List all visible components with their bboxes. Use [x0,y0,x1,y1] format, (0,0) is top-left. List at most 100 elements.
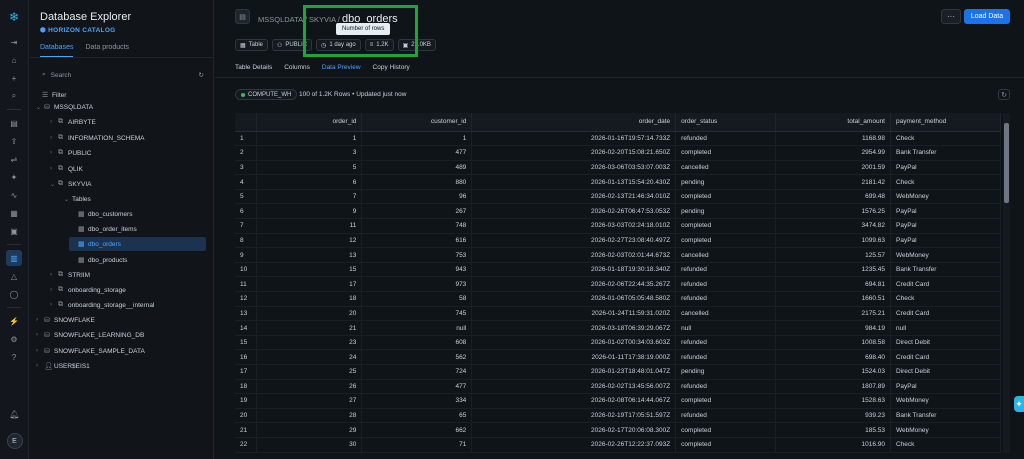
table-cell[interactable]: refunded [675,276,777,293]
table-cell[interactable]: 1 [361,131,473,147]
table-cell[interactable]: 26 [256,379,363,395]
tree-item-information-schema[interactable]: › ⧉ INFORMATION_SCHEMA [30,131,214,145]
chevron-right-icon[interactable]: › [50,119,58,125]
table-cell[interactable]: 694.81 [775,276,891,293]
table-cell[interactable]: 616 [361,233,473,249]
table-cell[interactable]: 2026-02-19T17:05:51.597Z [471,408,677,424]
assistant-icon[interactable]: ✦ [1014,396,1024,412]
table-cell[interactable]: 698.40 [775,349,891,365]
table-cell[interactable]: 2954.99 [775,145,891,161]
table-cell[interactable]: WebMoney [890,393,1001,409]
notifications-icon[interactable]: 🔔︎ [7,406,23,422]
table-cell[interactable]: completed [675,422,777,438]
table-cell[interactable]: 2026-03-18T06:39:29.067Z [471,320,677,336]
tree-item-dbo-customers[interactable]: ▦ dbo_customers [30,207,214,221]
column-header[interactable]: order_status [675,113,777,132]
table-cell[interactable]: 28 [256,408,363,424]
tab-copy-history[interactable]: Copy History [373,64,410,78]
breadcrumb-database[interactable]: MSSQLDATA [258,15,303,24]
tab-table-details[interactable]: Table Details [235,64,272,78]
table-cell[interactable]: 2026-01-06T05:05:48.580Z [471,291,677,307]
table-cell[interactable]: Check [890,174,1001,190]
tree-item-dbo-order-items[interactable]: ▦ dbo_order_items [30,222,214,236]
search-icon[interactable]: ⌕ [6,88,22,104]
table-row[interactable]: 10 15 943 2026-01-18T19:30:18.340Z refunded 1… [235,262,1001,278]
table-cell[interactable]: 2026-01-18T19:30:18.340Z [471,262,677,278]
table-cell[interactable]: Bank Transfer [890,262,1001,278]
tree-item-public[interactable]: › ⧉ PUBLIC [30,146,214,160]
tree-item-onboarding-storage-internal[interactable]: › ⧉ onboarding_storage__internal [30,298,214,312]
table-cell[interactable]: PayPal [890,160,1001,176]
table-cell[interactable]: 973 [361,276,473,293]
table-cell[interactable]: Check [890,131,1001,147]
table-cell[interactable]: Check [890,437,1001,453]
table-cell[interactable]: 477 [361,379,473,395]
table-row[interactable]: 17 25 724 2026-01-23T18:48:01.047Z pending 15… [235,364,1001,380]
tree-item-airbyte[interactable]: › ⧉ AIRBYTE [30,115,214,129]
table-cell[interactable]: 2026-02-02T13:45:56.007Z [471,379,677,395]
column-header[interactable]: order_id [256,113,363,132]
catalog-icon[interactable]: ▥ [6,250,22,266]
table-cell[interactable]: 2026-01-23T18:48:01.047Z [471,364,677,380]
table-cell[interactable]: 2026-02-26T12:22:37.093Z [471,437,677,453]
table-cell[interactable]: 2026-02-27T23:08:40.497Z [471,233,677,249]
table-cell[interactable]: PayPal [890,218,1001,234]
table-row[interactable]: 4 6 880 2026-01-13T15:54:20.430Z pending 2181… [235,174,1001,190]
table-row[interactable]: 12 18 58 2026-01-06T05:05:48.580Z refunded 16… [235,291,1001,307]
table-cell[interactable]: 2175.21 [775,306,891,322]
table-cell[interactable]: 125.57 [775,247,891,263]
table-cell[interactable]: cancelled [675,160,777,176]
more-button[interactable]: ··· [941,9,961,24]
table-cell[interactable]: refunded [675,408,777,424]
table-cell[interactable]: 984.19 [775,320,891,336]
warehouse-selector[interactable]: COMPUTE_WH [235,89,298,100]
vertical-scrollbar[interactable] [1003,113,1010,453]
table-cell[interactable]: 699.48 [775,189,891,205]
column-header[interactable] [235,113,258,132]
chevron-right-icon[interactable]: › [36,332,44,338]
table-row[interactable]: 13 20 745 2026-01-24T11:59:31.020Z cancelled… [235,306,1001,322]
compute-icon[interactable]: ⚡ [6,313,22,329]
table-cell[interactable]: refunded [675,335,777,351]
table-cell[interactable]: refunded [675,131,777,147]
tree-item-skyvia[interactable]: ⌄ ⧉ SKYVIA [30,177,214,191]
chevron-right-icon[interactable]: › [50,135,58,141]
admin-icon[interactable]: ⚙ [6,331,22,347]
table-row[interactable]: 9 13 753 2026-02-03T02:01:44.673Z cancelled 1… [235,247,1001,263]
table-cell[interactable]: 96 [361,189,473,205]
table-cell[interactable]: 21 [256,320,363,336]
table-cell[interactable]: 753 [361,247,473,263]
table-cell[interactable]: 6 [256,174,363,190]
table-cell[interactable]: 2026-03-03T02:24:18.010Z [471,218,677,234]
apps-icon[interactable]: ▣ [6,223,22,239]
table-cell[interactable]: completed [675,393,777,409]
transformation-icon[interactable]: ⇌ [6,151,22,167]
tree-item-dbo-orders[interactable]: ▦ dbo_orders [69,237,206,251]
table-cell[interactable]: 939.23 [775,408,891,424]
table-cell[interactable]: 608 [361,335,473,351]
tree-item-snowflake-learning-db[interactable]: › ⛁ SNOWFLAKE_LEARNING_DB [30,328,214,342]
table-cell[interactable]: 2026-02-20T15:08:21.650Z [471,145,677,161]
help-icon[interactable]: ? [6,349,22,365]
table-row[interactable]: 11 17 973 2026-02-06T22:44:35.267Z refunded 6… [235,276,1001,293]
tree-item-tables[interactable]: ⌄ Tables [30,192,214,206]
table-cell[interactable]: 2026-03-06T03:53:07.003Z [471,160,677,176]
ai-icon[interactable]: ✦ [6,169,22,185]
table-cell[interactable]: PayPal [890,379,1001,395]
table-cell[interactable]: 9 [256,203,363,220]
table-cell[interactable]: refunded [675,262,777,278]
table-cell[interactable]: 1235.45 [775,262,891,278]
table-cell[interactable]: refunded [675,291,777,307]
table-cell[interactable]: 65 [361,408,473,424]
table-row[interactable]: 5 7 96 2026-02-13T21:46:34.010Z completed 699… [235,189,1001,205]
chevron-down-icon[interactable]: ⌄ [36,104,44,111]
tree-item-user[interactable]: › 👤︎ USER$EIS1 [30,359,214,373]
table-row[interactable]: 21 29 662 2026-02-17T20:06:08.300Z completed… [235,422,1001,438]
column-header[interactable]: total_amount [775,113,891,132]
table-cell[interactable]: 562 [361,349,473,365]
table-cell[interactable]: 1016.90 [775,437,891,453]
table-cell[interactable]: Direct Debit [890,364,1001,380]
table-row[interactable]: 18 26 477 2026-02-02T13:45:56.007Z refunded 1… [235,379,1001,395]
table-cell[interactable]: 2026-02-06T22:44:35.267Z [471,276,677,293]
table-cell[interactable]: 11 [256,218,363,234]
